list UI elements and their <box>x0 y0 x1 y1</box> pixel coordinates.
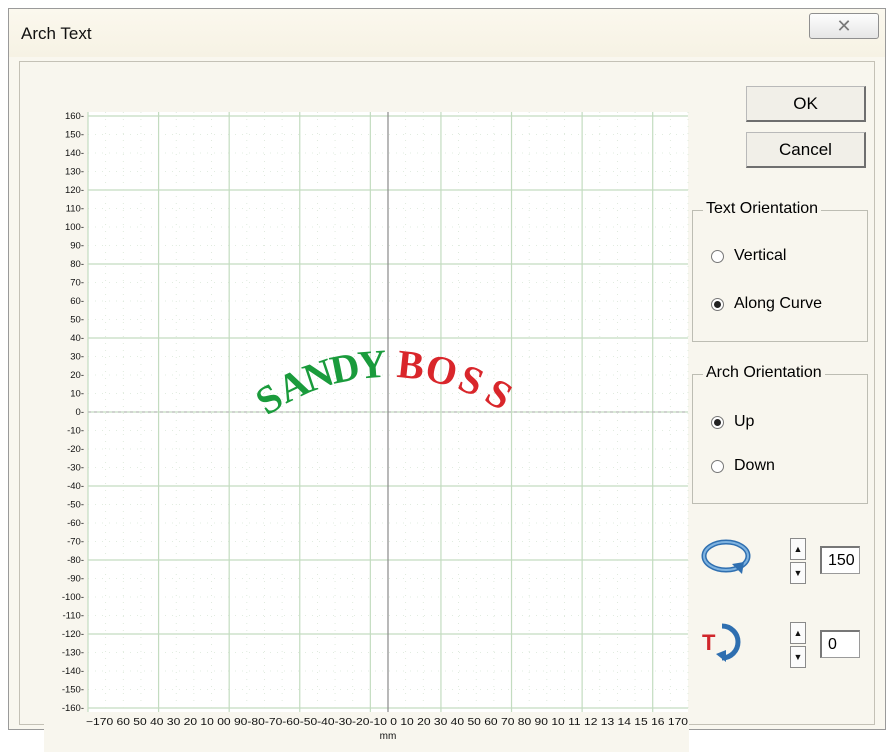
y-tick-label: 70- <box>70 278 84 289</box>
radio-down-circle[interactable] <box>711 459 724 473</box>
y-tick-label: -50- <box>67 500 84 511</box>
y-tick-label: 40- <box>70 333 84 344</box>
y-tick-label: 100- <box>65 222 84 233</box>
close-button[interactable]: ✕ <box>809 13 879 39</box>
y-tick-label: -100- <box>62 592 84 603</box>
radio-vertical-label: Vertical <box>734 247 787 264</box>
y-tick-label: -70- <box>67 537 84 548</box>
radio-along-curve[interactable]: Along Curve <box>711 295 822 315</box>
arch-text-dialog: Arch Text ✕ 160- 150- 140- 130- 120- 110- 100-… <box>8 8 886 752</box>
svg-text:T: T <box>702 630 716 655</box>
arch-preview-graph[interactable]: 160- 150- 140- 130- 120- 110- 100- 90- 80- 70- 60-… <box>44 104 689 752</box>
y-tick-label: 60- <box>70 296 84 307</box>
y-tick-label: 80- <box>70 259 84 270</box>
radio-vertical-circle[interactable] <box>711 249 724 263</box>
y-tick-label: -110- <box>63 611 84 622</box>
y-tick-label: -30- <box>67 463 84 474</box>
y-tick-label: 20- <box>70 370 84 381</box>
x-axis-tick-labels: −170 60 50 40 30 20 10 00 90-80-70-60-50… <box>86 717 689 728</box>
y-tick-label: -150- <box>62 685 84 696</box>
radio-down-label: Down <box>734 457 775 474</box>
arch-orientation-group: Arch Orientation Up Down <box>692 364 868 504</box>
cancel-button[interactable]: Cancel <box>746 132 866 168</box>
ok-button[interactable]: OK <box>746 86 866 122</box>
text-rotate-icon: T <box>702 623 741 662</box>
y-tick-label: -90- <box>67 574 84 585</box>
text-orientation-label: Text Orientation <box>703 200 822 218</box>
y-tick-label: -10- <box>67 426 84 437</box>
radio-up-circle[interactable] <box>711 415 724 429</box>
dialog-title: Arch Text <box>21 24 92 43</box>
radius-value-field[interactable]: 150 <box>820 546 860 574</box>
y-tick-label: -120- <box>62 629 84 640</box>
y-tick-label: -140- <box>62 666 84 677</box>
radius-down-button[interactable]: ▼ <box>790 562 806 584</box>
y-tick-label: 90- <box>70 241 84 252</box>
y-tick-label: -20- <box>67 444 84 455</box>
radio-along-curve-circle[interactable] <box>711 297 724 311</box>
y-tick-label: -130- <box>62 648 84 659</box>
arch-letter-left: Y <box>356 341 388 388</box>
y-tick-label: 120- <box>65 185 84 196</box>
y-tick-label: -40- <box>67 481 84 492</box>
y-tick-label: 160- <box>65 111 84 122</box>
angle-up-button[interactable]: ▲ <box>790 622 806 644</box>
radio-vertical[interactable]: Vertical <box>711 247 786 267</box>
radio-up[interactable]: Up <box>711 413 754 433</box>
x-axis-unit-label: mm <box>380 731 397 742</box>
arch-radius-icon <box>701 539 751 574</box>
y-tick-label: -160- <box>62 703 84 714</box>
angle-down-button[interactable]: ▼ <box>790 646 806 668</box>
arch-orientation-label: Arch Orientation <box>703 364 825 382</box>
y-tick-label: 130- <box>65 167 84 178</box>
close-icon: ✕ <box>836 16 852 36</box>
dialog-body: 160- 150- 140- 130- 120- 110- 100- 90- 80- 70- 60-… <box>19 61 875 752</box>
y-tick-label: -80- <box>67 555 84 566</box>
y-tick-label: 30- <box>70 352 84 363</box>
y-tick-label: -60- <box>67 518 84 529</box>
radio-down[interactable]: Down <box>711 457 775 477</box>
y-tick-label: 110- <box>66 204 84 215</box>
y-tick-label: 150- <box>65 130 84 141</box>
title-bar: Arch Text ✕ <box>9 9 885 57</box>
text-orientation-group: Text Orientation Vertical Along Curve <box>692 200 868 342</box>
angle-value-field[interactable]: 0 <box>820 630 860 658</box>
y-tick-label: 140- <box>65 148 84 159</box>
y-tick-label: 50- <box>70 315 84 326</box>
radius-up-button[interactable]: ▲ <box>790 538 806 560</box>
y-tick-label: 10- <box>70 389 84 400</box>
radio-up-label: Up <box>734 413 755 430</box>
y-tick-label: 0- <box>76 407 84 418</box>
radio-along-curve-label: Along Curve <box>734 295 823 312</box>
